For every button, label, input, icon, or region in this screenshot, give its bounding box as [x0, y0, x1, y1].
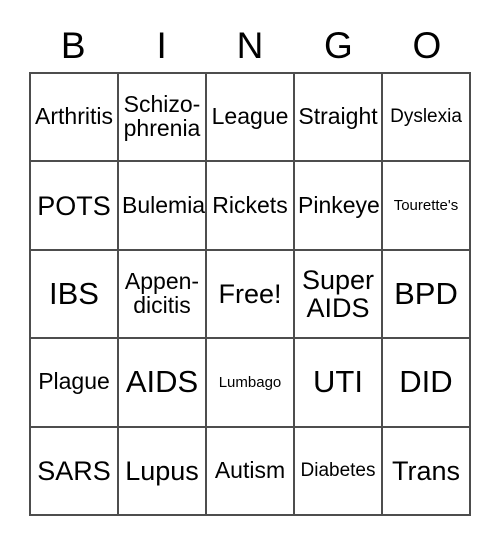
- bingo-cell-r5c2[interactable]: Lupus: [119, 427, 207, 516]
- bingo-cell-label: BPD: [394, 275, 458, 311]
- bingo-cell-label: Free!: [218, 278, 282, 309]
- bingo-cell-label: IBS: [49, 275, 99, 311]
- bingo-cell-label: Rickets: [212, 191, 288, 218]
- bingo-cell-r4c4[interactable]: UTI: [295, 339, 383, 428]
- bingo-cell-label: League: [211, 103, 289, 130]
- bingo-cell-label: Trans: [391, 455, 460, 486]
- bingo-grid: Arthritis Schizo- phrenia League Straigh…: [29, 72, 471, 516]
- bingo-cell-label: Lupus: [125, 455, 199, 486]
- bingo-cell-label: Dyslexia: [390, 106, 462, 128]
- bingo-cell-label: DID: [399, 364, 453, 400]
- bingo-cell-r3c1[interactable]: IBS: [31, 250, 119, 340]
- bingo-cell-r5c5[interactable]: Trans: [383, 427, 471, 516]
- bingo-cell-r1c4[interactable]: Straight: [295, 74, 383, 163]
- bingo-header-letter-g: G: [324, 24, 353, 66]
- bingo-cell-label: Arthritis: [35, 103, 113, 130]
- bingo-cell-r3c5[interactable]: BPD: [383, 250, 471, 340]
- bingo-cell-r2c2[interactable]: Bulemia: [119, 162, 207, 251]
- bingo-cell-r1c1[interactable]: Arthritis: [31, 74, 119, 163]
- bingo-cell-label: Tourette's: [393, 196, 459, 214]
- bingo-cell-r4c5[interactable]: DID: [383, 339, 471, 428]
- bingo-cell-r2c4[interactable]: Pinkeye: [295, 162, 383, 251]
- bingo-cell-label: Autism: [214, 456, 286, 483]
- bingo-cell-r4c3[interactable]: Lumbago: [207, 339, 295, 428]
- bingo-cell-label: Straight: [298, 103, 378, 130]
- bingo-cell-r5c1[interactable]: SARS: [31, 427, 119, 516]
- bingo-cell-label: Lumbago: [218, 373, 282, 391]
- bingo-cell-label: Appen- dicitis: [124, 268, 200, 318]
- bingo-cell-label: Super AIDS: [301, 264, 375, 323]
- bingo-cell-r2c3[interactable]: Rickets: [207, 162, 295, 251]
- bingo-cell-r4c1[interactable]: Plague: [31, 339, 119, 428]
- bingo-cell-free-space[interactable]: Free!: [207, 250, 295, 340]
- bingo-cell-r2c5[interactable]: Tourette's: [383, 162, 471, 251]
- bingo-header-letter-o: O: [412, 24, 442, 66]
- bingo-cell-label: UTI: [313, 364, 363, 400]
- bingo-cell-r1c5[interactable]: Dyslexia: [383, 74, 471, 163]
- bingo-cell-label: Diabetes: [300, 459, 376, 481]
- bingo-cell-r2c1[interactable]: POTS: [31, 162, 119, 251]
- bingo-cell-r3c2[interactable]: Appen- dicitis: [119, 250, 207, 340]
- bingo-header-letter-i: I: [156, 24, 167, 66]
- bingo-header-letter-b: B: [60, 24, 86, 66]
- bingo-cell-r5c3[interactable]: Autism: [207, 427, 295, 516]
- bingo-header-row: B I N G O: [29, 18, 471, 72]
- bingo-cell-r3c4[interactable]: Super AIDS: [295, 250, 383, 340]
- bingo-cell-label: AIDS: [125, 364, 199, 400]
- bingo-header-letter-n: N: [236, 24, 264, 66]
- bingo-cell-r4c2[interactable]: AIDS: [119, 339, 207, 428]
- bingo-cell-label: Bulemia: [122, 191, 206, 218]
- bingo-cell-label: Schizo- phrenia: [123, 91, 201, 142]
- bingo-cell-r5c4[interactable]: Diabetes: [295, 427, 383, 516]
- bingo-cell-r1c2[interactable]: Schizo- phrenia: [119, 74, 207, 163]
- bingo-cell-label: POTS: [37, 190, 111, 221]
- bingo-cell-label: Pinkeye: [298, 191, 380, 218]
- bingo-cell-label: SARS: [37, 455, 111, 486]
- bingo-card: B I N G O Arthritis Schizo- phrenia Leag…: [0, 0, 500, 544]
- bingo-cell-r1c3[interactable]: League: [207, 74, 295, 163]
- bingo-cell-label: Plague: [38, 368, 110, 395]
